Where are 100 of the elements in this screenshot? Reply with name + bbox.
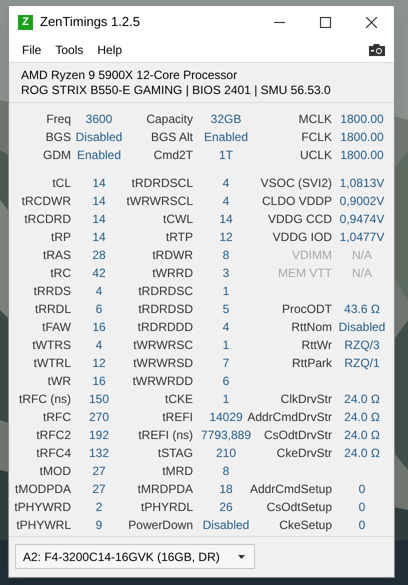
close-icon [366, 16, 376, 28]
field-label: MCLK [298, 113, 332, 125]
field-label: tSTAG [158, 447, 193, 459]
field-label: ClkDrvStr [280, 393, 332, 405]
field-value: 18 [219, 483, 233, 495]
field-label: tMRDPDA [138, 483, 193, 495]
field-label: tWRWRSD [133, 357, 193, 369]
field-label: tWR [48, 375, 71, 387]
field-label: RttWr [302, 339, 332, 351]
field-value: 43.6 Ω [344, 303, 380, 315]
field-label: AddrCmdDrvStr [247, 411, 332, 423]
field-label: tPHYRDL [140, 501, 193, 513]
field-value: 24.0 Ω [344, 393, 380, 405]
field-label: MEM VTT [278, 267, 332, 279]
field-label: BGS Alt [150, 131, 193, 143]
field-label: tMODPDA [14, 483, 71, 495]
field-value: 8 [222, 465, 230, 477]
field-value: 27 [92, 483, 106, 495]
field-value: RZQ/1 [344, 357, 380, 369]
field-label: tRRDL [34, 303, 71, 315]
field-label: CsOdtDrvStr [264, 429, 332, 441]
screenshot-button[interactable] [369, 44, 385, 56]
field-label: tWRWRSCL [126, 195, 193, 207]
field-label: VSOC (SVI2) [260, 177, 332, 189]
field-value: 1800.00 [340, 131, 384, 143]
field-value: Disabled [76, 131, 122, 143]
field-label: tREFI [162, 411, 193, 423]
field-value: N/A [352, 267, 372, 279]
field-value: 14 [92, 231, 106, 243]
field-value: 16 [92, 375, 106, 387]
field-value: 1800.00 [340, 113, 384, 125]
field-value: 0,9002V [340, 195, 384, 207]
field-value: 8 [222, 249, 230, 261]
menu-item[interactable]: Help [90, 41, 130, 59]
field-label: BGS [46, 131, 71, 143]
field-value: Disabled [202, 519, 250, 531]
field-value: 6 [222, 375, 230, 387]
menu-item[interactable]: Tools [48, 41, 90, 59]
field-value: RZQ/3 [344, 339, 380, 351]
field-value: 4 [96, 285, 102, 297]
field-value: 1 [222, 339, 230, 351]
field-label: tRDWR [152, 249, 193, 261]
field-value: 1,0477V [340, 231, 384, 243]
field-value: 4 [96, 339, 102, 351]
field-label: VDDG IOD [272, 231, 332, 243]
field-value: 14 [219, 213, 233, 225]
field-value: 0 [358, 519, 366, 531]
field-label: tRDRDSCL [132, 177, 193, 189]
field-label: GDM [43, 149, 71, 161]
field-label: tWTRL [34, 357, 71, 369]
field-label: RttPark [292, 357, 332, 369]
field-value: 270 [88, 411, 110, 423]
field-value: Enabled [76, 149, 122, 161]
field-label: CkeSetup [279, 519, 332, 531]
field-label: VDIMM [292, 249, 332, 261]
field-value: 7 [222, 357, 230, 369]
field-label: tPHYWRL [16, 519, 71, 531]
field-value: 24.0 Ω [344, 411, 380, 423]
field-value: 26 [219, 501, 233, 513]
field-value: Enabled [204, 131, 248, 143]
field-label: tRCDWR [22, 195, 71, 207]
field-label: tRFC [43, 411, 71, 423]
field-label: tREFI (ns) [138, 429, 193, 441]
field-label: tRCDRD [24, 213, 71, 225]
field-value: 32GB [210, 113, 242, 125]
field-value: 14 [92, 177, 106, 189]
field-value: 24.0 Ω [344, 429, 380, 441]
field-label: tMOD [40, 465, 71, 477]
field-label: Capacity [146, 113, 193, 125]
field-label: tCKE [164, 393, 193, 405]
field-value: 12 [92, 357, 106, 369]
field-value: 14 [92, 213, 106, 225]
field-value: 7793,889 [200, 429, 252, 441]
camera-icon [369, 44, 385, 56]
maximize-icon [320, 16, 330, 28]
field-label: FCLK [301, 131, 332, 143]
field-value: 132 [88, 447, 110, 459]
caret-icon [238, 554, 245, 558]
field-value: 6 [96, 303, 102, 315]
menu-item[interactable]: File [15, 41, 48, 59]
field-label: tRAS [42, 249, 71, 261]
system-info-text: ROG STRIX B550-E GAMING | BIOS 2401 | SMU 56.53.0 [21, 82, 332, 98]
field-value: 5 [222, 303, 230, 315]
field-label: Freq [46, 113, 71, 125]
window-title: ZenTimings 1.2.5 [40, 13, 140, 32]
field-value: 150 [88, 393, 110, 405]
field-label: tRP [50, 231, 71, 243]
field-value: 1 [222, 393, 230, 405]
field-value: 0 [358, 501, 366, 513]
field-value: 1800.00 [340, 149, 384, 161]
field-value: 27 [92, 465, 106, 477]
field-value: 210 [216, 447, 236, 459]
field-label: Cmd2T [154, 149, 193, 161]
field-label: tWRRD [152, 267, 193, 279]
field-value: 0,9474V [340, 213, 384, 225]
field-label: tWRWRSC [133, 339, 193, 351]
field-label: tRFC (ns) [19, 393, 71, 405]
field-value: 192 [88, 429, 110, 441]
module-select[interactable]: A2: F4-3200C14-16GVK (16GB, DR) [15, 544, 255, 569]
field-value: Disabled [338, 321, 386, 333]
